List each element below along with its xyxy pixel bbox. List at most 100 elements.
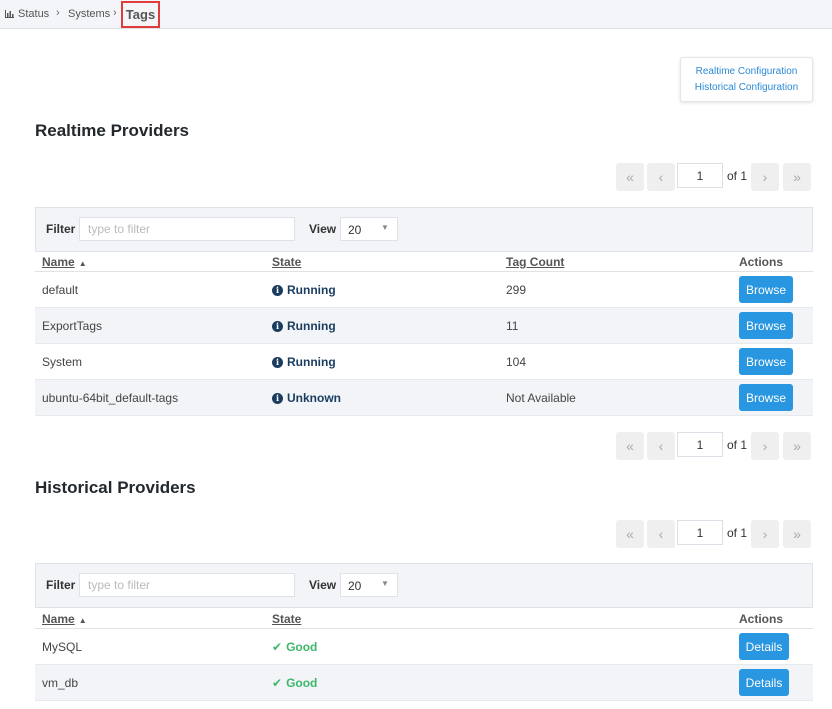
breadcrumb-systems[interactable]: Systems bbox=[68, 8, 110, 20]
next-page-button[interactable]: › bbox=[751, 163, 779, 191]
breadcrumb-bar: Status › Systems › Tags bbox=[0, 0, 832, 29]
realtime-view-select[interactable]: 20 ▼ bbox=[340, 217, 398, 241]
realtime-configuration-link[interactable]: Realtime Configuration bbox=[696, 65, 798, 78]
column-header-state[interactable]: State bbox=[272, 612, 301, 626]
table-header: Name ▲ State Actions bbox=[35, 609, 813, 629]
check-icon: ✔ bbox=[272, 640, 283, 654]
first-page-button[interactable]: « bbox=[616, 163, 644, 191]
historical-providers-title: Historical Providers bbox=[35, 478, 196, 497]
caret-down-icon: ▼ bbox=[381, 579, 389, 588]
state-label: Running bbox=[287, 319, 336, 333]
browse-button[interactable]: Browse bbox=[739, 312, 793, 339]
provider-tag-count: Not Available bbox=[506, 391, 576, 405]
table-row: ubuntu-64bit_default-tags i Unknown Not A… bbox=[35, 380, 813, 416]
info-icon: i bbox=[272, 320, 283, 332]
table-row: System i Running 104 Browse bbox=[35, 344, 813, 380]
historical-configuration-link[interactable]: Historical Configuration bbox=[695, 81, 798, 94]
provider-tag-count: 104 bbox=[506, 355, 527, 369]
browse-button[interactable]: Browse bbox=[739, 348, 793, 375]
provider-state: i Unknown bbox=[272, 391, 341, 405]
next-page-button[interactable]: › bbox=[751, 432, 779, 460]
historical-filter-bar: Filter View 20 ▼ bbox=[35, 563, 813, 608]
provider-state: i Running bbox=[272, 355, 336, 369]
browse-button[interactable]: Browse bbox=[739, 384, 793, 411]
breadcrumb-status[interactable]: Status bbox=[18, 8, 49, 20]
filter-label: Filter bbox=[46, 578, 76, 592]
first-page-button[interactable]: « bbox=[616, 432, 644, 460]
column-name-label: Name bbox=[42, 255, 75, 269]
filter-label: Filter bbox=[46, 222, 76, 236]
column-header-name[interactable]: Name ▲ bbox=[42, 612, 87, 626]
realtime-pager-bottom: « ‹ of 1 › » bbox=[616, 432, 812, 460]
prev-page-button[interactable]: ‹ bbox=[647, 520, 675, 548]
column-header-state[interactable]: State bbox=[272, 255, 301, 269]
state-label: Good bbox=[286, 640, 318, 654]
column-header-tag-count[interactable]: Tag Count bbox=[506, 255, 564, 269]
provider-tag-count: 11 bbox=[506, 319, 519, 333]
realtime-providers-table: Name ▲ State Tag Count Actions default iR… bbox=[35, 252, 813, 416]
check-icon: ✔ bbox=[272, 676, 283, 690]
provider-name: vm_db bbox=[42, 676, 79, 690]
column-header-name[interactable]: Name ▲ bbox=[42, 255, 87, 269]
view-select-value: 20 bbox=[348, 223, 362, 237]
page-of-label: of 1 bbox=[727, 526, 748, 540]
browse-button[interactable]: Browse bbox=[739, 276, 793, 303]
provider-name: System bbox=[42, 355, 83, 369]
table-row: default i Running 299 Browse bbox=[35, 272, 813, 308]
caret-down-icon: ▼ bbox=[381, 223, 389, 232]
state-label: Good bbox=[286, 676, 318, 690]
page-number-input[interactable] bbox=[677, 163, 723, 188]
first-page-button[interactable]: « bbox=[616, 520, 644, 548]
prev-page-button[interactable]: ‹ bbox=[647, 432, 675, 460]
last-page-button[interactable]: » bbox=[783, 520, 811, 548]
last-page-button[interactable]: » bbox=[783, 432, 811, 460]
info-icon: i bbox=[272, 356, 283, 368]
bar-chart-icon bbox=[5, 10, 14, 18]
chevron-right-icon: › bbox=[56, 7, 60, 19]
sort-ascending-icon: ▲ bbox=[78, 616, 87, 625]
column-header-actions: Actions bbox=[739, 255, 784, 269]
provider-state: ✔ Good bbox=[272, 676, 317, 690]
page-of-label: of 1 bbox=[727, 438, 748, 452]
state-label: Unknown bbox=[287, 391, 341, 405]
table-header: Name ▲ State Tag Count Actions bbox=[35, 252, 813, 272]
provider-name: MySQL bbox=[42, 640, 83, 654]
provider-state: i Running bbox=[272, 319, 336, 333]
provider-name: ExportTags bbox=[42, 319, 103, 333]
realtime-filter-bar: Filter View 20 ▼ bbox=[35, 207, 813, 252]
provider-name: default bbox=[42, 283, 79, 297]
table-row: ExportTags i Running 11 Browse bbox=[35, 308, 813, 344]
state-label: Running bbox=[287, 283, 336, 297]
details-button[interactable]: Details bbox=[739, 633, 789, 660]
realtime-providers-title: Realtime Providers bbox=[35, 121, 190, 140]
view-label: View bbox=[309, 222, 337, 236]
prev-page-button[interactable]: ‹ bbox=[647, 163, 675, 191]
table-row: MySQL ✔ Good Details bbox=[35, 629, 813, 665]
historical-pager-top: « ‹ of 1 › » bbox=[616, 520, 812, 548]
realtime-pager-top: « ‹ of 1 › » bbox=[616, 163, 812, 191]
last-page-button[interactable]: » bbox=[783, 163, 811, 191]
view-select-value: 20 bbox=[348, 579, 362, 593]
realtime-filter-input[interactable] bbox=[79, 217, 295, 241]
historical-filter-input[interactable] bbox=[79, 573, 295, 597]
details-button[interactable]: Details bbox=[739, 669, 789, 696]
breadcrumb-current-tags: Tags bbox=[121, 1, 160, 28]
page-number-input[interactable] bbox=[677, 520, 723, 545]
table-row: vm_db ✔ Good Details bbox=[35, 665, 813, 701]
provider-tag-count: 299 bbox=[506, 283, 527, 297]
historical-view-select[interactable]: 20 ▼ bbox=[340, 573, 398, 597]
next-page-button[interactable]: › bbox=[751, 520, 779, 548]
page-of-label: of 1 bbox=[727, 169, 748, 183]
chevron-right-icon: › bbox=[113, 7, 117, 19]
page-number-input[interactable] bbox=[677, 432, 723, 457]
column-header-actions: Actions bbox=[739, 612, 784, 626]
column-name-label: Name bbox=[42, 612, 75, 626]
sort-ascending-icon: ▲ bbox=[78, 259, 87, 268]
view-label: View bbox=[309, 578, 337, 592]
info-icon: i bbox=[272, 392, 283, 404]
provider-name: ubuntu-64bit_default-tags bbox=[42, 391, 179, 405]
provider-state: i Running bbox=[272, 283, 336, 297]
info-icon: i bbox=[272, 284, 283, 296]
historical-providers-table: Name ▲ State Actions MySQL ✔ Good Details … bbox=[35, 609, 813, 701]
provider-state: ✔ Good bbox=[272, 640, 317, 654]
